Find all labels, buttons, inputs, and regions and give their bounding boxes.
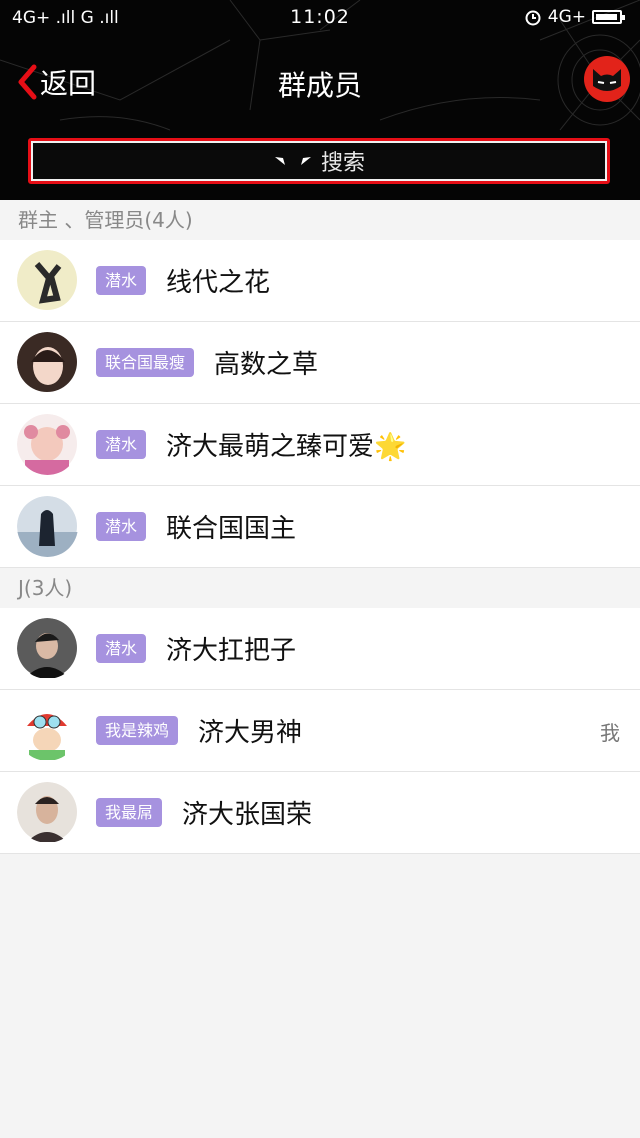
member-list: 群主 、管理员(4人) 潜水 线代之花 联合国最瘦 高数之草 潜水 济大最萌之臻… [0,200,640,854]
member-badge: 联合国最瘦 [96,348,195,377]
search-placeholder: 搜索 [320,151,365,176]
member-row[interactable]: 潜水 联合国国主 [0,486,640,568]
member-name: 高数之草 [214,350,319,380]
member-name: 济大扛把子 [166,636,297,666]
status-bar: 4G+ .ıll G .ıll 11:02 4G+ [0,0,640,36]
member-badge: 我是辣鸡 [96,716,179,745]
avatar[interactable] [17,496,78,557]
avatar[interactable] [17,782,78,843]
search-input[interactable]: 搜索 [28,138,610,184]
member-badge: 潜水 [96,512,147,541]
section-header-admins: 群主 、管理员(4人) [0,200,640,240]
cat-avatar-icon[interactable] [584,56,630,102]
member-name: 济大男神 [198,718,303,748]
member-badge: 我最屌 [96,798,163,827]
eyes-icon [274,157,311,165]
member-badge: 潜水 [96,266,147,295]
j-list: 潜水 济大扛把子 我是辣鸡 济大男神 我 我最屌 济大张国荣 [0,608,640,854]
member-row[interactable]: 潜水 线代之花 [0,240,640,322]
admins-list: 潜水 线代之花 联合国最瘦 高数之草 潜水 济大最萌之臻可爱🌟 潜水 联合国国主 [0,240,640,568]
me-label: 我 [600,721,620,745]
member-row[interactable]: 潜水 济大扛把子 [0,608,640,690]
alarm-icon [525,10,541,26]
section-header-j: J(3人) [0,568,640,608]
network-type: 4G+ [547,7,586,27]
header-bar: 4G+ .ıll G .ıll 11:02 4G+ 返回 群成员 搜索 [0,0,640,200]
member-badge: 潜水 [96,634,147,663]
member-name: 济大张国荣 [182,800,313,830]
member-name: 线代之花 [166,268,271,298]
member-row[interactable]: 潜水 济大最萌之臻可爱🌟 [0,404,640,486]
status-right: 4G+ [524,7,625,27]
avatar[interactable] [17,332,78,393]
member-badge: 潜水 [96,430,147,459]
avatar[interactable] [17,618,78,679]
member-name: 济大最萌之臻可爱🌟 [166,432,407,462]
page-title: 群成员 [277,69,362,102]
battery-icon [592,10,625,24]
cat-face-icon [593,69,621,91]
member-row[interactable]: 联合国最瘦 高数之草 [0,322,640,404]
nav-row: 返回 群成员 [0,52,640,112]
avatar[interactable] [17,250,78,311]
member-row[interactable]: 我最屌 济大张国荣 [0,772,640,854]
avatar[interactable] [17,414,78,475]
member-name: 联合国国主 [166,514,297,544]
avatar[interactable] [17,700,78,761]
member-row[interactable]: 我是辣鸡 济大男神 我 [0,690,640,772]
